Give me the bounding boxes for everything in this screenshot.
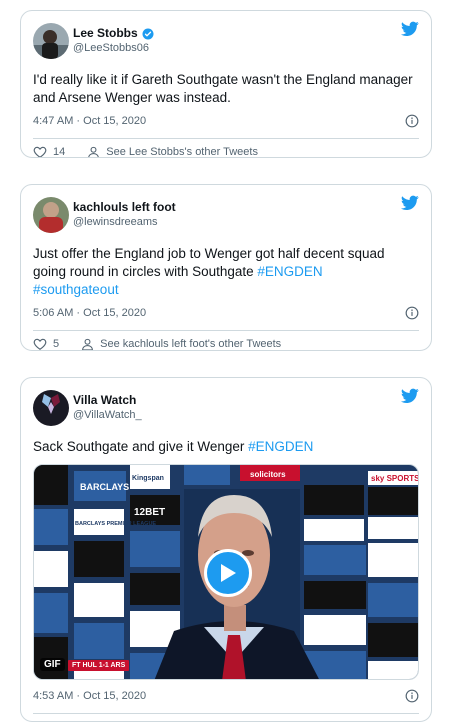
heart-icon [33,338,47,350]
avatar[interactable] [33,197,69,233]
like-button[interactable]: 5 [33,337,60,350]
tweet-card-kachlouls[interactable]: kachlouls left foot @lewinsdreeams Just … [20,184,432,351]
tweet-text: Just offer the England job to Wenger got… [33,245,419,299]
verified-badge-icon [142,28,154,39]
hashtag-engden[interactable]: #ENGDEN [257,264,322,279]
play-icon [221,564,236,582]
author-name[interactable]: Lee Stobbs [73,26,138,41]
info-icon[interactable] [405,114,419,128]
hashtag-engden[interactable]: #ENGDEN [248,439,313,454]
board-sponsor-premier-league: BARCLAYS PREMIER LEAGUE [75,521,156,527]
gif-badge: GIF [40,658,65,671]
twitter-bird-icon[interactable] [401,195,419,211]
gif-media[interactable]: BARCLAYS Kingspan solicitors sky SPORTS … [33,464,419,680]
play-button[interactable] [204,549,252,597]
tweet-text: I'd really like it if Gareth Southgate w… [33,72,413,105]
author-name[interactable]: Villa Watch [73,393,142,408]
like-count: 14 [53,146,66,158]
like-button[interactable]: 14 [33,145,66,158]
board-sponsor-12bet: 12BET [134,507,165,518]
avatar[interactable] [33,23,69,59]
board-sponsor-barclays: BARCLAYS [80,482,129,492]
score-overlay: FT HUL 1-1 ARS [68,660,130,671]
info-icon[interactable] [405,306,419,320]
author-handle[interactable]: @LeeStobbs06 [73,41,154,56]
tweet-timestamp[interactable]: 4:47 AM · Oct 15, 2020 [33,115,146,127]
tweet-card-villa-watch[interactable]: Villa Watch @VillaWatch_ Sack Southgate … [20,377,432,722]
author-handle[interactable]: @VillaWatch_ [73,408,142,423]
like-count: 5 [53,338,60,350]
see-more-link[interactable]: See kachlouls left foot's other Tweets [81,338,281,350]
info-icon[interactable] [405,689,419,703]
see-more-label[interactable]: See Lee Stobbs's other Tweets [106,146,258,157]
tweet-text: Sack Southgate and give it Wenger #ENGDE… [33,438,419,456]
avatar[interactable] [33,390,69,426]
author-name[interactable]: kachlouls left foot [73,200,176,215]
board-sponsor-solicitors: solicitors [250,470,286,479]
see-more-link[interactable]: See Lee Stobbs's other Tweets [87,146,258,157]
tweet-timestamp[interactable]: 4:53 AM · Oct 15, 2020 [33,690,146,702]
tweet-card-lee-stobbs[interactable]: Lee Stobbs @LeeStobbs06 I'd really like … [20,10,432,158]
tweet-text-body: Just offer the England job to Wenger got… [33,246,385,279]
hashtag-southgateout[interactable]: #southgateout [33,282,119,297]
tweet-timestamp[interactable]: 5:06 AM · Oct 15, 2020 [33,307,146,319]
divider [33,713,419,714]
person-icon [88,146,100,157]
heart-icon [33,146,47,157]
board-sponsor-kingspan: Kingspan [132,475,164,482]
twitter-bird-icon[interactable] [401,388,419,404]
see-more-label[interactable]: See kachlouls left foot's other Tweets [100,338,281,350]
person-icon [82,338,94,350]
author-handle[interactable]: @lewinsdreeams [73,215,176,230]
board-sponsor-sky-sports: sky SPORTS [371,474,419,483]
twitter-bird-icon[interactable] [401,21,419,37]
tweet-text-body: Sack Southgate and give it Wenger [33,439,249,454]
